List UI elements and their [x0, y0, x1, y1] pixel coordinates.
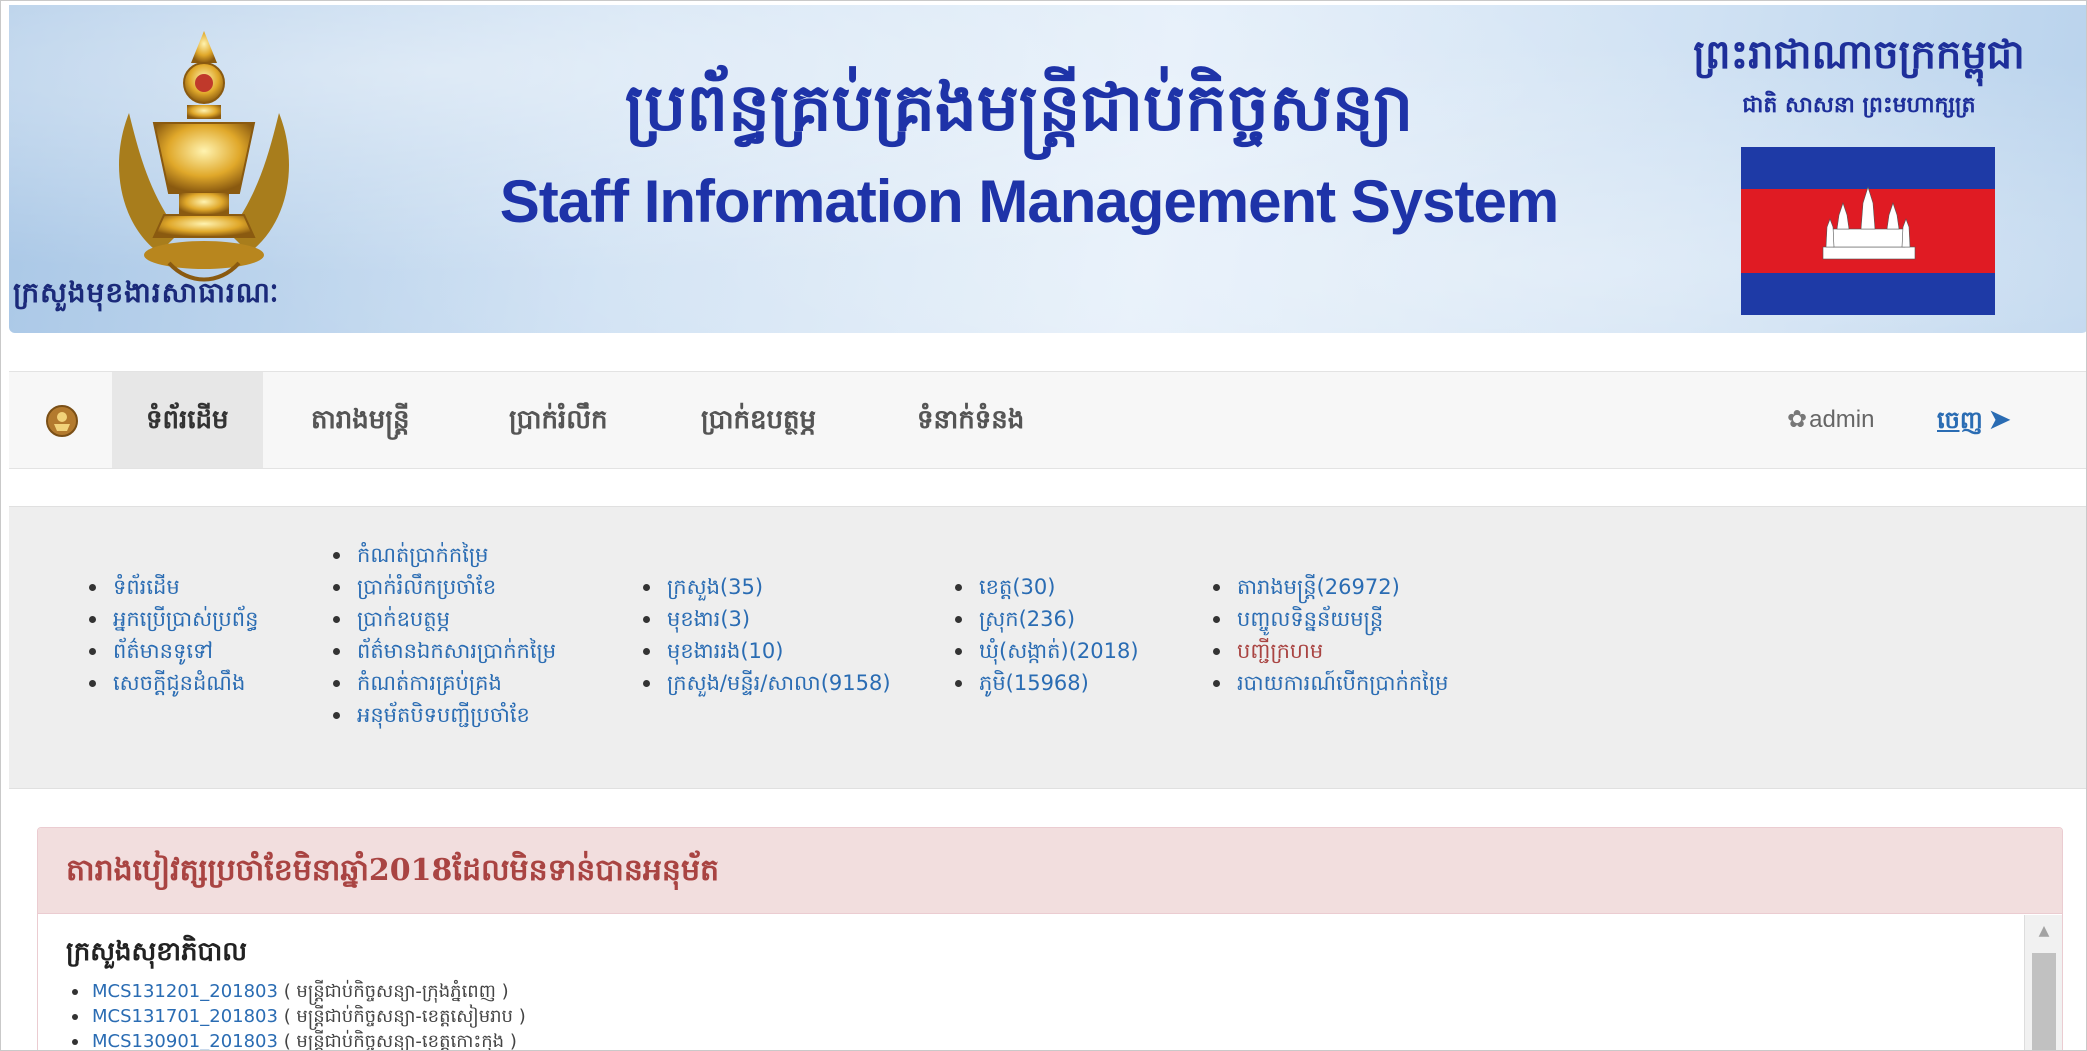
nav-contact[interactable]: ទំនាក់ទំនង: [883, 372, 1058, 468]
link-staff-table[interactable]: តារាងមន្ត្រី(26972): [1211, 571, 1448, 603]
pending-payroll-panel: តារាងបៀវត្សប្រចាំខែមិនាឆ្នាំ2018ដែលមិនទា…: [37, 827, 2063, 1051]
logout-label: ចេញ: [1937, 405, 1983, 434]
nav-staff-table[interactable]: តារាងមន្ត្រី: [277, 372, 444, 468]
link-set-salary[interactable]: កំណត់ប្រាក់កម្រៃ: [331, 539, 556, 571]
panel-scrollbar[interactable]: ▲: [2024, 915, 2062, 1050]
link-salary-documents[interactable]: ព័ត៌មានឯកសារប្រាក់កម្រៃ: [331, 635, 556, 667]
links-column-payroll: កំណត់ប្រាក់កម្រៃ ប្រាក់រំលឹកប្រចាំខែ ប្រ…: [331, 539, 556, 731]
header-banner: ក្រសួងមុខងារសាធារណៈ ប្រព័ន្ធគ្រប់គ្រងមន្…: [9, 5, 2086, 333]
link-general-info[interactable]: ព័ត៌មានទូទៅ: [87, 635, 258, 667]
link-districts[interactable]: ស្រុក(236): [953, 603, 1139, 635]
link-announcements[interactable]: សេចក្តីជូនដំណឹង: [87, 667, 258, 699]
document-desc: ( មន្ត្រីជាប់កិច្ចសន្យា-ខេត្តសៀមរាប ): [283, 1006, 526, 1027]
link-departments[interactable]: ក្រសួង/មន្ទីរ/សាលា(9158): [641, 667, 891, 699]
link-ministries[interactable]: ក្រសួង(35): [641, 571, 891, 603]
national-motto: ជាតិ សាសនា ព្រះមហាក្សត្រ: [1742, 92, 1976, 118]
nav-allowance[interactable]: ប្រាក់ឧបត្ថម្ភ: [667, 372, 850, 468]
link-salary-report[interactable]: របាយការណ៍បើកប្រាក់កម្រៃ: [1211, 667, 1448, 699]
quick-links-panel: ទំព័រដើម អ្នកប្រើប្រាស់ប្រព័ន្ធ ព័ត៌មានទ…: [9, 506, 2086, 789]
link-villages[interactable]: ភូមិ(15968): [953, 667, 1139, 699]
document-desc: ( មន្ត្រីជាប់កិច្ចសន្យា-ក្រុងភ្នំពេញ ): [283, 981, 509, 1002]
kingdom-name: ព្រះរាជាណាចក្រកម្ពុជា: [1693, 31, 2025, 78]
links-column-ministries: ក្រសួង(35) មុខងារ(3) មុខងាររង(10) ក្រសួង…: [641, 571, 891, 699]
gear-icon: ✿: [1787, 406, 1808, 433]
scroll-up-arrow-icon[interactable]: ▲: [2025, 921, 2062, 941]
pending-documents-list: MCS131201_201803 ( មន្ត្រីជាប់កិច្ចសន្យា…: [66, 979, 2022, 1051]
link-red-list[interactable]: បញ្ជីក្រហម: [1211, 635, 1448, 667]
panel-body: ក្រសួងសុខាភិបាល MCS131201_201803 ( មន្ត្…: [38, 915, 2022, 1051]
system-title-english: Staff Information Management System: [499, 168, 1560, 235]
link-sub-functions[interactable]: មុខងាររង(10): [641, 635, 891, 667]
sign-out-icon: ➤: [1988, 405, 2011, 435]
home-logo-icon[interactable]: [45, 404, 79, 438]
link-monthly-back-pay[interactable]: ប្រាក់រំលឹកប្រចាំខែ: [331, 571, 556, 603]
link-provinces[interactable]: ខេត្ត(30): [953, 571, 1139, 603]
links-column-general: ទំព័រដើម អ្នកប្រើប្រាស់ប្រព័ន្ធ ព័ត៌មានទ…: [87, 571, 258, 699]
link-allowance[interactable]: ប្រាក់ឧបត្ថម្ភ: [331, 603, 556, 635]
link-home[interactable]: ទំព័រដើម: [87, 571, 258, 603]
list-item: MCS130901_201803 ( មន្ត្រីជាប់កិច្ចសន្យា…: [66, 1029, 2022, 1051]
ministry-name: ក្រសួងមុខងារសាធារណៈ: [13, 276, 280, 309]
link-management-settings[interactable]: កំណត់ការគ្រប់គ្រង: [331, 667, 556, 699]
link-approve-monthly-list[interactable]: អនុម័តបិទបញ្ជីប្រចាំខែ: [331, 699, 556, 731]
link-enter-staff-data[interactable]: បញ្ចូលទិន្នន័យមន្ត្រី: [1211, 603, 1448, 635]
ministry-heading: ក្រសួងសុខាភិបាល: [66, 937, 248, 967]
ministry-emblem-icon: [119, 31, 289, 282]
nav-home[interactable]: ទំព័រដើម: [112, 372, 263, 468]
links-column-locations: ខេត្ត(30) ស្រុក(236) ឃុំ(សង្កាត់)(2018) …: [953, 571, 1139, 699]
document-desc: ( មន្ត្រីជាប់កិច្ចសន្យា-ខេត្តកោះកុង ): [283, 1031, 517, 1051]
link-system-users[interactable]: អ្នកប្រើប្រាស់ប្រព័ន្ធ: [87, 603, 258, 635]
panel-heading: តារាងបៀវត្សប្រចាំខែមិនាឆ្នាំ2018ដែលមិនទា…: [38, 828, 2062, 914]
system-title-khmer: ប្រព័ន្ធគ្រប់គ្រងមន្ត្រីជាប់កិច្ចសន្យា: [624, 68, 1414, 146]
logout-link[interactable]: ចេញ ➤: [1937, 372, 2011, 468]
user-menu[interactable]: ✿admin: [1787, 372, 1874, 468]
nav-back-pay[interactable]: ប្រាក់រំលឹក: [475, 372, 642, 468]
document-link[interactable]: MCS131701_201803: [92, 1006, 278, 1027]
link-communes[interactable]: ឃុំ(សង្កាត់)(2018): [953, 635, 1139, 667]
scroll-thumb[interactable]: [2032, 953, 2056, 1050]
document-link[interactable]: MCS130901_201803: [92, 1031, 278, 1050]
main-navbar: ទំព័រដើម តារាងមន្ត្រី ប្រាក់រំលឹក ប្រាក់…: [9, 371, 2086, 469]
list-item: MCS131701_201803 ( មន្ត្រីជាប់កិច្ចសន្យា…: [66, 1004, 2022, 1029]
username: admin: [1809, 406, 1875, 433]
document-link[interactable]: MCS131201_201803: [92, 981, 278, 1002]
link-functions[interactable]: មុខងារ(3): [641, 603, 891, 635]
cambodia-flag-icon: [1741, 147, 1995, 315]
links-column-staff: តារាងមន្ត្រី(26972) បញ្ចូលទិន្នន័យមន្ត្រ…: [1211, 571, 1448, 699]
list-item: MCS131201_201803 ( មន្ត្រីជាប់កិច្ចសន្យា…: [66, 979, 2022, 1004]
page: ក្រសួងមុខងារសាធារណៈ ប្រព័ន្ធគ្រប់គ្រងមន្…: [0, 0, 2087, 1051]
